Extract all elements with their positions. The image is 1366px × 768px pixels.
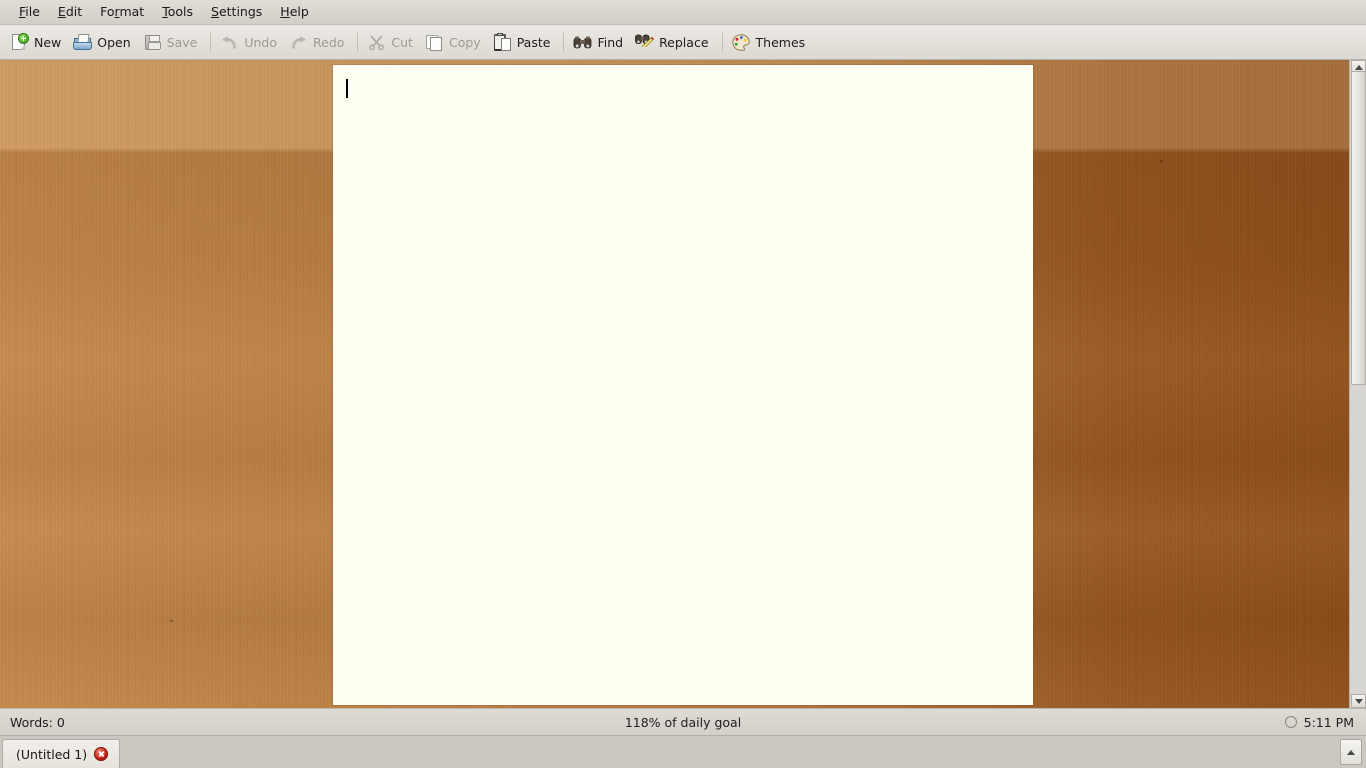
toolbar-separator — [563, 32, 565, 52]
scissors-icon — [367, 33, 386, 52]
menu-item-settings-mnemonic: S — [211, 4, 219, 19]
copy-pages-icon — [425, 33, 444, 52]
new-button[interactable]: New — [6, 28, 69, 56]
menu-item-tools-rest: ools — [167, 4, 194, 19]
clock-status[interactable]: 5:11 PM — [1284, 714, 1354, 730]
redo-button-label: Redo — [313, 34, 345, 50]
wood-knot — [170, 620, 173, 622]
document-tab-bar: (Untitled 1) — [0, 735, 1366, 768]
text-caret — [346, 79, 348, 98]
open-button[interactable]: Open — [69, 28, 138, 56]
triangle-up-icon — [1347, 749, 1355, 755]
new-button-label: New — [34, 34, 62, 50]
menu-item-settings[interactable]: Settings — [202, 2, 271, 22]
themes-button[interactable]: Themes — [728, 28, 814, 56]
toolbar-separator — [210, 32, 212, 52]
menu-item-settings-rest: ettings — [218, 4, 263, 19]
cut-button[interactable]: Cut — [363, 28, 421, 56]
toolbar: New Open Save Undo Redo Cut Copy Paste F… — [0, 25, 1366, 60]
clock-time-label: 5:11 PM — [1303, 714, 1354, 730]
triangle-down-icon — [1354, 698, 1363, 704]
scroll-down-button[interactable] — [1351, 694, 1366, 708]
find-button[interactable]: Find — [569, 28, 631, 56]
menu-item-format[interactable]: Format — [91, 2, 153, 22]
close-circle-icon[interactable] — [94, 747, 109, 761]
redo-arrow-icon — [289, 33, 308, 52]
menu-item-file-rest: ile — [25, 4, 40, 19]
menu-bar: File Edit Format Tools Settings Help — [0, 0, 1366, 25]
save-button-label: Save — [166, 34, 198, 50]
cut-button-label: Cut — [391, 34, 413, 50]
find-button-label: Find — [597, 34, 624, 50]
paint-palette-icon — [731, 33, 751, 52]
menu-item-format-rest: mat — [119, 4, 145, 19]
copy-button-label: Copy — [448, 34, 481, 50]
binoculars-pencil-icon — [635, 33, 655, 52]
status-bar: Words: 0 118% of daily goal 5:11 PM — [0, 708, 1366, 735]
floppy-disk-icon — [143, 33, 162, 52]
open-folder-icon — [73, 33, 93, 52]
new-document-icon — [10, 32, 29, 52]
undo-button[interactable]: Undo — [216, 28, 285, 56]
document-tab-label: (Untitled 1) — [16, 746, 88, 762]
scrollbar-thumb[interactable] — [1351, 71, 1366, 385]
menu-item-tools[interactable]: Tools — [153, 2, 202, 22]
menu-item-help-rest: elp — [289, 4, 309, 19]
replace-button[interactable]: Replace — [631, 28, 716, 56]
toolbar-separator — [357, 32, 359, 52]
clipboard-icon — [493, 32, 512, 52]
save-button[interactable]: Save — [139, 28, 206, 56]
vertical-scrollbar[interactable] — [1349, 60, 1366, 708]
redo-button[interactable]: Redo — [285, 28, 352, 56]
tab-scroll-up-button[interactable] — [1340, 739, 1362, 765]
paste-button-label: Paste — [516, 34, 551, 50]
menu-item-edit-mnemonic: E — [57, 4, 66, 19]
copy-button[interactable]: Copy — [421, 28, 489, 56]
daily-goal-status: 118% of daily goal — [624, 714, 742, 730]
menu-item-edit-rest: dit — [65, 4, 83, 19]
menu-item-help[interactable]: Help — [271, 2, 318, 22]
paste-button[interactable]: Paste — [489, 28, 559, 56]
undo-arrow-icon — [220, 33, 239, 52]
document-tab-untitled-1[interactable]: (Untitled 1) — [2, 739, 121, 768]
editor-text — [333, 65, 1033, 93]
menu-item-format-pre: Fo — [100, 4, 115, 19]
toolbar-separator — [721, 32, 723, 52]
open-button-label: Open — [97, 34, 131, 50]
editor-page[interactable] — [333, 65, 1033, 705]
menu-item-file[interactable]: File — [10, 2, 49, 22]
timer-circle-icon — [1284, 716, 1297, 728]
binoculars-icon — [573, 33, 592, 52]
menu-item-edit[interactable]: Edit — [49, 2, 91, 22]
themes-button-label: Themes — [755, 34, 806, 50]
triangle-up-icon — [1354, 64, 1363, 70]
replace-button-label: Replace — [659, 34, 709, 50]
undo-button-label: Undo — [244, 34, 277, 50]
menu-item-help-mnemonic: H — [280, 4, 290, 19]
wood-knot — [1160, 160, 1163, 162]
